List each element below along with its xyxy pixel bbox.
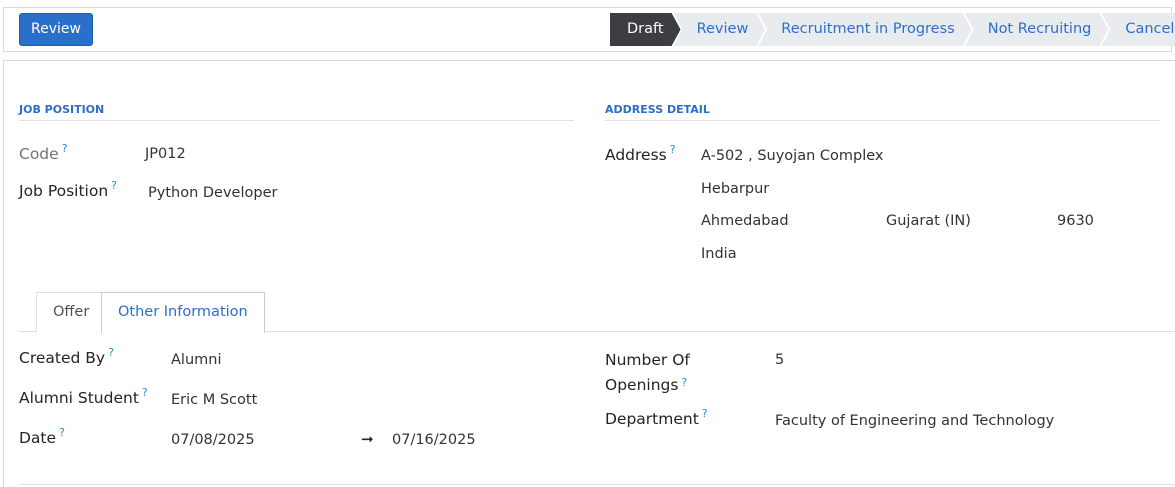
tab-other-information[interactable]: Other Information xyxy=(101,292,265,333)
alumni-student-value[interactable]: Eric M Scott xyxy=(171,392,257,408)
address-detail-group-title: ADDRESS DETAIL xyxy=(605,103,1160,121)
address-street2[interactable]: Hebarpur xyxy=(701,181,769,197)
status-bar: Draft Review Recruitment in Progress Not… xyxy=(610,13,1175,46)
code-label: Code? xyxy=(19,142,68,163)
address-street[interactable]: A-502 , Suyojan Complex xyxy=(701,148,884,164)
review-button[interactable]: Review xyxy=(19,13,93,46)
stage-draft[interactable]: Draft xyxy=(610,13,681,46)
created-by-label-text: Created By xyxy=(19,349,106,367)
job-position-group-title: JOB POSITION xyxy=(19,103,574,121)
stage-review[interactable]: Review xyxy=(674,13,766,46)
alumni-student-label-text: Alumni Student xyxy=(19,389,139,407)
stage-recruitment-in-progress[interactable]: Recruitment in Progress xyxy=(758,13,971,46)
created-by-value[interactable]: Alumni xyxy=(171,352,221,368)
tab-offer[interactable]: Offer xyxy=(36,292,107,332)
address-label: Address? xyxy=(605,143,676,164)
alumni-student-help-icon[interactable]: ? xyxy=(142,386,148,399)
address-label-text: Address xyxy=(605,146,667,164)
address-city[interactable]: Ahmedabad xyxy=(701,213,789,229)
stage-not-recruiting[interactable]: Not Recruiting xyxy=(965,13,1109,46)
created-by-help-icon[interactable]: ? xyxy=(108,346,114,359)
department-label: Department? xyxy=(605,407,708,428)
number-of-openings-label-line1: Number Of xyxy=(605,351,690,369)
job-position-value[interactable]: Python Developer xyxy=(148,185,277,201)
stage-cancel[interactable]: Cancel xyxy=(1101,13,1175,46)
address-zip[interactable]: 9630 xyxy=(1057,213,1094,229)
number-of-openings-label-line2: Openings xyxy=(605,376,679,394)
bottom-divider xyxy=(19,484,1175,485)
number-of-openings-label: Number Of Openings? xyxy=(605,348,690,398)
code-help-icon[interactable]: ? xyxy=(62,142,68,155)
job-position-help-icon[interactable]: ? xyxy=(111,179,117,192)
notebook-tabs: Offer Other Information xyxy=(19,292,1175,333)
address-help-icon[interactable]: ? xyxy=(670,143,676,156)
date-range-arrow-icon: ➞ xyxy=(361,430,374,448)
alumni-student-label: Alumni Student? xyxy=(19,386,148,407)
department-help-icon[interactable]: ? xyxy=(702,407,708,420)
date-start-value[interactable]: 07/08/2025 xyxy=(171,432,255,448)
address-state[interactable]: Gujarat (IN) xyxy=(886,213,971,229)
date-help-icon[interactable]: ? xyxy=(59,426,65,439)
date-label: Date? xyxy=(19,426,65,447)
address-country[interactable]: India xyxy=(701,246,737,262)
date-label-text: Date xyxy=(19,429,57,447)
department-value[interactable]: Faculty of Engineering and Technology xyxy=(775,413,1054,429)
date-end-value[interactable]: 07/16/2025 xyxy=(392,432,476,448)
code-label-text: Code xyxy=(19,145,59,163)
number-of-openings-value[interactable]: 5 xyxy=(775,352,784,368)
created-by-label: Created By? xyxy=(19,346,114,367)
number-of-openings-help-icon[interactable]: ? xyxy=(681,376,687,389)
code-value[interactable]: JP012 xyxy=(145,146,186,162)
form-sheet: JOB POSITION Code? JP012 Job Position? P… xyxy=(3,60,1175,487)
job-position-label: Job Position? xyxy=(19,179,117,200)
control-panel: Review Draft Review Recruitment in Progr… xyxy=(3,7,1175,52)
department-label-text: Department xyxy=(605,410,699,428)
job-position-label-text: Job Position xyxy=(19,182,109,200)
